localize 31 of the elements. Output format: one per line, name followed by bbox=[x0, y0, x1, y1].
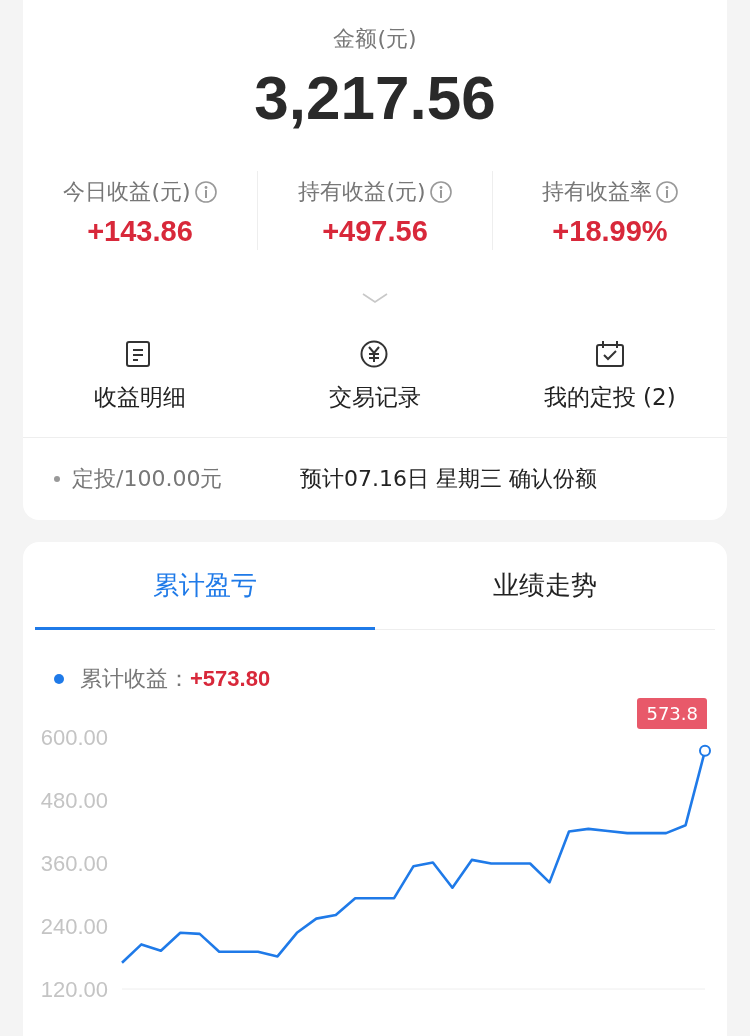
legend-label: 累计收益： bbox=[80, 665, 190, 693]
action-link[interactable]: 收益明细 bbox=[94, 382, 187, 413]
stat-value: +18.99% bbox=[552, 215, 668, 248]
stat-label: 持有收益率 bbox=[542, 178, 652, 206]
end-point-marker bbox=[699, 744, 711, 757]
amount-value: 3,217.56 bbox=[253, 62, 497, 133]
action-link[interactable]: 我的定投 (2) bbox=[543, 382, 676, 413]
tab[interactable]: 业绩走势 bbox=[375, 542, 715, 630]
amount-label: 金额(元) bbox=[332, 25, 418, 53]
calendar-icon bbox=[594, 340, 625, 368]
stat-label: 今日收益(元) bbox=[63, 178, 191, 206]
axis-label: 480.00 bbox=[40, 788, 108, 813]
stat-value: +497.56 bbox=[322, 215, 428, 248]
value-tooltip: 573.8 bbox=[637, 697, 707, 729]
axis-label: 240.00 bbox=[40, 914, 108, 939]
tab[interactable]: 累计盈亏 bbox=[35, 542, 375, 630]
info-icon bbox=[194, 181, 217, 203]
info-icon bbox=[429, 181, 452, 203]
plan-note: 预计07.16日 星期三 确认份额 bbox=[300, 465, 597, 493]
action-link[interactable]: 交易记录 bbox=[329, 382, 421, 413]
info-icon bbox=[656, 181, 678, 203]
stat-value: +143.86 bbox=[87, 215, 193, 248]
axis-label: 120.00 bbox=[40, 977, 108, 1002]
axis-label: 360.00 bbox=[40, 851, 108, 876]
yuan-icon bbox=[360, 340, 390, 368]
axis-label: 600.00 bbox=[40, 725, 108, 750]
stat-label: 持有收益(元) bbox=[298, 178, 426, 206]
bullet-icon bbox=[54, 476, 60, 482]
chevron-down-icon bbox=[361, 292, 389, 304]
legend-value: +573.80 bbox=[190, 666, 271, 692]
plan-amount: 定投/100.00元 bbox=[72, 465, 224, 493]
